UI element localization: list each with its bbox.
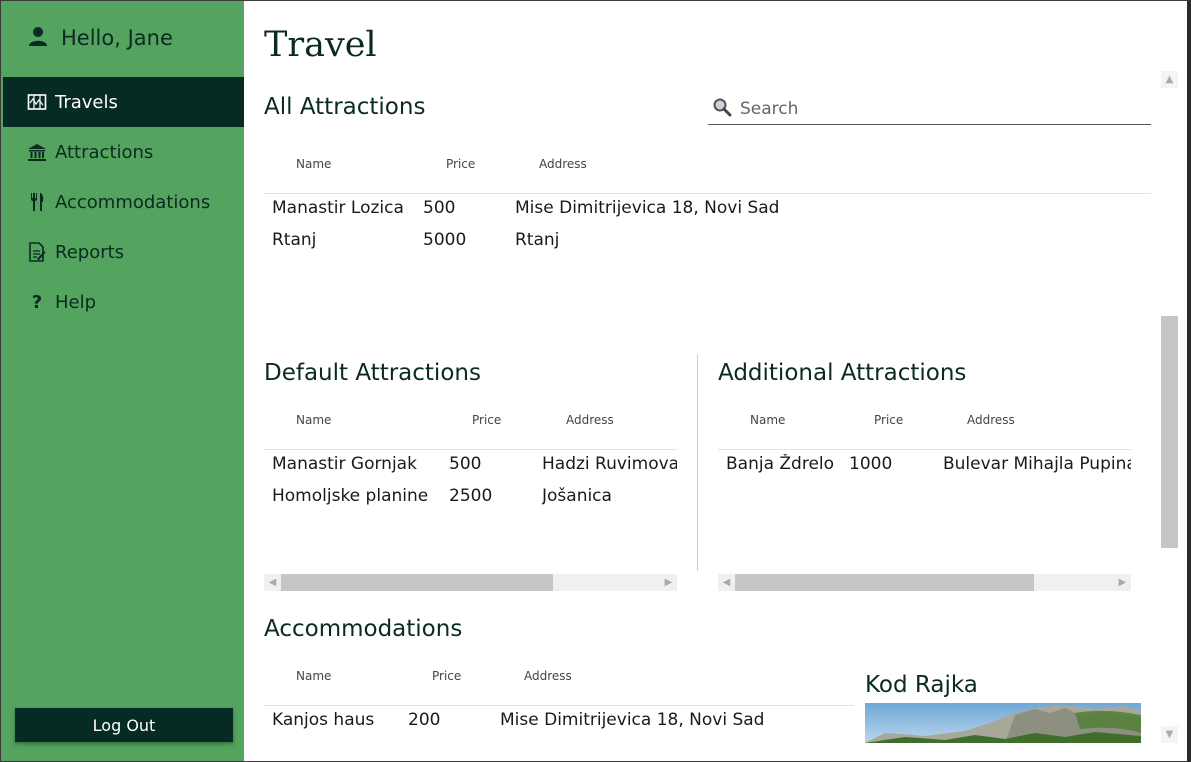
cell-address: Bulevar Mihajla Pupina [943, 454, 1131, 474]
horizontal-scrollbar[interactable]: ◀ ▶ [264, 574, 677, 591]
selected-accommodation-title: Kod Rajka [865, 672, 978, 698]
sidebar-item-reports[interactable]: Reports [3, 227, 244, 277]
search-input[interactable] [740, 98, 1140, 119]
cell-name: Banja Ždrelo [726, 454, 835, 474]
section-divider [697, 354, 698, 571]
cell-name: Manastir Lozica [272, 198, 404, 218]
vertical-scrollbar[interactable]: ▲ ▼ [1161, 71, 1178, 743]
column-header-address[interactable]: Address [566, 413, 614, 427]
scrollbar-thumb[interactable] [281, 574, 553, 591]
table-header-divider [718, 449, 1131, 450]
report-icon [27, 242, 47, 262]
cell-price: 200 [408, 710, 441, 730]
scroll-right-icon[interactable]: ▶ [660, 574, 677, 591]
user-icon [27, 25, 49, 51]
scrollbar-thumb[interactable] [1161, 316, 1178, 548]
cell-address: Jošanica [542, 486, 612, 506]
cell-name: Homoljske planine [272, 486, 429, 506]
user-greeting: Hello, Jane [27, 25, 173, 51]
cell-address: Mise Dimitrijevica 18, Novi Sad [515, 198, 780, 218]
scroll-up-icon[interactable]: ▲ [1161, 71, 1178, 88]
column-header-price[interactable]: Price [874, 413, 903, 427]
sidebar: Hello, Jane Travels Attractions Accommod… [1, 1, 244, 761]
column-header-address[interactable]: Address [539, 157, 587, 171]
cell-name: Rtanj [272, 230, 317, 250]
column-header-address[interactable]: Address [524, 669, 572, 683]
cell-price: 2500 [449, 486, 493, 506]
column-header-name[interactable]: Name [750, 413, 785, 427]
column-header-price[interactable]: Price [432, 669, 461, 683]
sidebar-item-travels[interactable]: Travels [3, 77, 244, 127]
sidebar-item-help[interactable]: ? Help [3, 277, 244, 327]
question-icon: ? [31, 291, 43, 313]
sidebar-item-label: Reports [55, 241, 125, 263]
cell-price: 500 [423, 198, 456, 218]
map-icon [27, 92, 47, 112]
scroll-left-icon[interactable]: ◀ [264, 574, 281, 591]
column-header-name[interactable]: Name [296, 669, 331, 683]
column-header-name[interactable]: Name [296, 413, 331, 427]
cell-price: 1000 [849, 454, 893, 474]
table-header-divider [264, 193, 1151, 194]
cell-name: Manastir Gornjak [272, 454, 417, 474]
cell-name: Kanjos haus [272, 710, 375, 730]
cell-address: Rtanj [515, 230, 560, 250]
sidebar-item-label: Help [55, 291, 97, 313]
scroll-left-icon[interactable]: ◀ [718, 574, 735, 591]
column-header-price[interactable]: Price [446, 157, 475, 171]
search-box [708, 93, 1151, 125]
sidebar-item-attractions[interactable]: Attractions [3, 127, 244, 177]
table-header-divider [264, 449, 677, 450]
sidebar-item-label: Attractions [55, 141, 154, 163]
sidebar-item-label: Travels [55, 91, 118, 113]
scrollbar-thumb[interactable] [735, 574, 1034, 591]
column-header-name[interactable]: Name [296, 157, 331, 171]
column-header-address[interactable]: Address [967, 413, 1015, 427]
cell-address: Mise Dimitrijevica 18, Novi Sad [500, 710, 765, 730]
accommodations-heading: Accommodations [264, 616, 463, 642]
museum-icon [27, 142, 47, 162]
column-header-price[interactable]: Price [472, 413, 501, 427]
search-icon [712, 97, 732, 121]
cell-price: 5000 [423, 230, 467, 250]
table-header-divider [264, 705, 854, 706]
accommodation-photo [865, 703, 1141, 743]
sidebar-item-accommodations[interactable]: Accommodations [3, 177, 244, 227]
scroll-right-icon[interactable]: ▶ [1114, 574, 1131, 591]
all-attractions-heading: All Attractions [264, 94, 426, 120]
cell-price: 500 [449, 454, 482, 474]
cell-address: Hadzi Ruvimova [542, 454, 677, 474]
greeting-text: Hello, Jane [61, 26, 173, 50]
app-window: Hello, Jane Travels Attractions Accommod… [0, 0, 1191, 762]
scroll-down-icon[interactable]: ▼ [1161, 726, 1178, 743]
horizontal-scrollbar[interactable]: ◀ ▶ [718, 574, 1131, 591]
logout-button[interactable]: Log Out [15, 708, 233, 742]
default-attractions-heading: Default Attractions [264, 360, 481, 386]
page-title: Travel [264, 25, 377, 65]
fork-knife-icon [27, 192, 47, 212]
main-content: Travel All Attractions Name Price Addres… [244, 1, 1187, 761]
sidebar-item-label: Accommodations [55, 191, 211, 213]
additional-attractions-heading: Additional Attractions [718, 360, 967, 386]
